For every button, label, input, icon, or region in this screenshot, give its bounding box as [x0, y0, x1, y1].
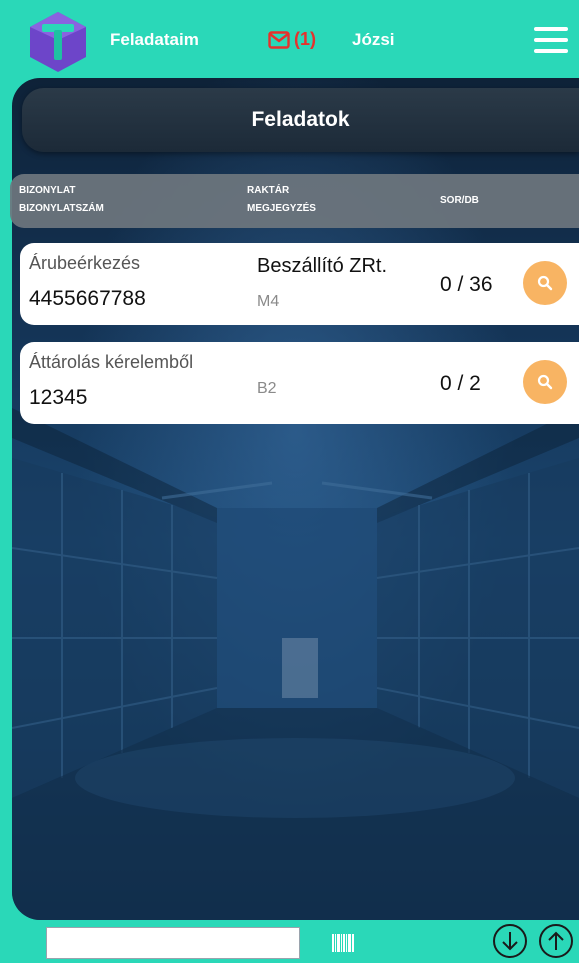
- task-type: Áttárolás kérelemből: [29, 352, 194, 372]
- panel-header: Feladatok: [22, 88, 579, 152]
- task-card[interactable]: Árubeérkezés 4455667788 Beszállító ZRt. …: [20, 243, 579, 325]
- task-type: Árubeérkezés: [29, 253, 141, 273]
- task-document-number: 12345: [29, 386, 88, 409]
- task-document-number: 4455667788: [29, 287, 146, 310]
- barcode-icon[interactable]: [332, 934, 354, 952]
- task-row-count: 0 / 2: [440, 372, 481, 395]
- search-icon: [537, 374, 553, 390]
- messages-button[interactable]: (1): [268, 29, 316, 50]
- arrow-up-circle-icon[interactable]: [538, 923, 574, 959]
- task-search-button[interactable]: [523, 360, 567, 404]
- app-logo[interactable]: [26, 10, 90, 74]
- bottom-bar: [0, 920, 579, 963]
- page-title: Feladatok: [251, 108, 350, 131]
- task-row-count: 0 / 36: [440, 273, 493, 296]
- search-icon: [537, 275, 553, 291]
- envelope-icon: [268, 30, 290, 49]
- column-header-rows-qty: SOR/DB: [440, 195, 479, 206]
- top-bar: Feladataim (1) Józsi: [0, 0, 579, 78]
- hamburger-menu-icon[interactable]: [534, 27, 568, 53]
- arrow-down-circle-icon[interactable]: [492, 923, 528, 959]
- user-name[interactable]: Józsi: [352, 30, 395, 50]
- column-header-row: BIZONYLAT BIZONYLATSZÁM RAKTÁR MEGJEGYZÉ…: [10, 174, 579, 228]
- nav-title[interactable]: Feladataim: [110, 30, 199, 50]
- task-warehouse: B2: [257, 380, 277, 397]
- task-search-button[interactable]: [523, 261, 567, 305]
- task-warehouse: M4: [257, 293, 280, 310]
- column-header-warehouse: RAKTÁR: [247, 185, 290, 196]
- task-card[interactable]: Áttárolás kérelemből 12345 B2 0 / 2: [20, 342, 579, 424]
- app-root: Feladataim (1) Józsi Feladatok BIZONYLAT…: [0, 0, 579, 963]
- task-supplier: Beszállító ZRt.: [257, 255, 388, 277]
- column-header-document-number: BIZONYLATSZÁM: [19, 203, 104, 214]
- column-header-document: BIZONYLAT: [19, 185, 76, 196]
- barcode-scan-input[interactable]: [46, 927, 300, 959]
- message-count-badge: (1): [294, 29, 316, 49]
- column-header-note: MEGJEGYZÉS: [247, 203, 316, 214]
